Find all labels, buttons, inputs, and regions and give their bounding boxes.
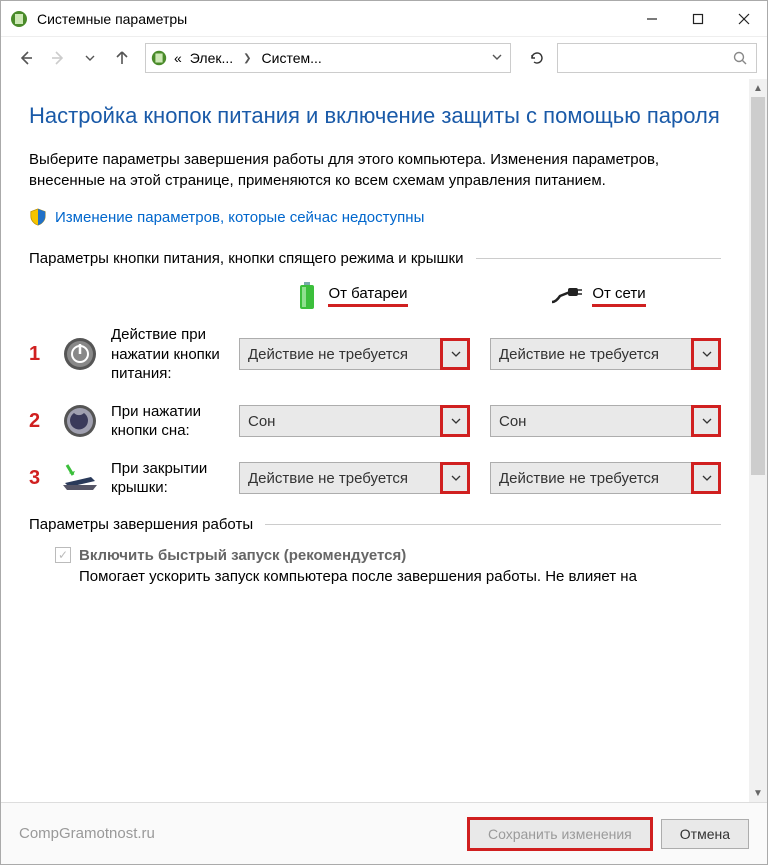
maximize-button[interactable]	[675, 1, 721, 37]
forward-button[interactable]	[43, 43, 73, 73]
fast-startup-help-text: Помогает ускорить запуск компьютера посл…	[79, 568, 721, 585]
column-header-battery-label: От батареи	[328, 285, 407, 307]
chevron-down-icon[interactable]	[692, 406, 720, 436]
breadcrumb-address-bar[interactable]: « Элек... ❯ Систем...	[145, 43, 511, 73]
breadcrumb-caret-icon[interactable]: ❯	[239, 53, 255, 64]
up-button[interactable]	[107, 43, 137, 73]
vertical-scrollbar[interactable]: ▲ ▼	[749, 79, 767, 802]
scroll-down-arrow-icon[interactable]: ▼	[749, 784, 767, 802]
dropdown-power-button-ac[interactable]: Действие не требуется	[490, 338, 721, 370]
row-label-sleep-button: При нажатии кнопки сна:	[111, 402, 227, 441]
dialog-footer: CompGramotnost.ru Сохранить изменения От…	[1, 802, 767, 864]
attribution-text: CompGramotnost.ru	[19, 825, 459, 842]
back-button[interactable]	[11, 43, 41, 73]
title-bar: Системные параметры	[1, 1, 767, 37]
setting-row-lid-close: 3 При закрытии крышки: Действие не требу…	[29, 459, 721, 498]
sleep-button-icon	[62, 403, 98, 439]
fast-startup-checkbox[interactable]: ✓	[55, 547, 71, 563]
battery-icon	[296, 281, 318, 311]
control-panel-icon	[9, 9, 29, 29]
minimize-button[interactable]	[629, 1, 675, 37]
laptop-lid-icon	[61, 463, 99, 493]
dropdown-lid-close-ac[interactable]: Действие не требуется	[490, 462, 721, 494]
fast-startup-label: Включить быстрый запуск (рекомендуется)	[79, 547, 406, 564]
dropdown-sleep-button-battery[interactable]: Сон	[239, 405, 470, 437]
chevron-down-icon[interactable]	[692, 339, 720, 369]
column-header-battery: От батареи	[229, 281, 475, 311]
row-number-2: 2	[29, 410, 49, 433]
setting-row-power-button: 1 Действие при нажатии кнопки питания: Д…	[29, 325, 721, 384]
section-shutdown-title: Параметры завершения работы	[29, 516, 253, 533]
dropdown-sleep-button-ac[interactable]: Сон	[490, 405, 721, 437]
scroll-thumb[interactable]	[751, 97, 765, 475]
column-header-ac: От сети	[475, 281, 721, 311]
shield-icon	[29, 208, 47, 226]
section-divider	[476, 258, 721, 259]
scroll-up-arrow-icon[interactable]: ▲	[749, 79, 767, 97]
dropdown-lid-close-battery[interactable]: Действие не требуется	[239, 462, 470, 494]
search-input[interactable]	[557, 43, 757, 73]
window-title: Системные параметры	[37, 11, 187, 27]
recent-locations-button[interactable]	[75, 43, 105, 73]
column-header-ac-label: От сети	[592, 285, 645, 307]
chevron-down-icon[interactable]	[441, 463, 469, 493]
shield-link-text: Изменение параметров, которые сейчас нед…	[55, 209, 424, 226]
setting-row-sleep-button: 2 При нажатии кнопки сна: Сон Сон	[29, 402, 721, 441]
row-label-power-button: Действие при нажатии кнопки питания:	[111, 325, 227, 384]
chevron-down-icon[interactable]	[441, 406, 469, 436]
breadcrumb-segment-2[interactable]: Систем...	[260, 50, 324, 66]
row-number-1: 1	[29, 343, 49, 366]
chevron-down-icon[interactable]	[441, 339, 469, 369]
scroll-track[interactable]	[749, 97, 767, 784]
row-number-3: 3	[29, 467, 49, 490]
breadcrumb-segment-1[interactable]: Элек...	[188, 50, 235, 66]
close-button[interactable]	[721, 1, 767, 37]
section-divider	[265, 524, 721, 525]
breadcrumb-dropdown-icon[interactable]	[488, 52, 506, 65]
plug-icon	[550, 286, 582, 306]
save-changes-button[interactable]: Сохранить изменения	[469, 819, 651, 849]
page-heading: Настройка кнопок питания и включение защ…	[29, 101, 721, 131]
cancel-button[interactable]: Отмена	[661, 819, 749, 849]
page-description: Выберите параметры завершения работы для…	[29, 149, 721, 193]
dropdown-power-button-battery[interactable]: Действие не требуется	[239, 338, 470, 370]
control-panel-icon	[150, 49, 168, 67]
chevron-down-icon[interactable]	[692, 463, 720, 493]
refresh-button[interactable]	[519, 43, 555, 73]
content-area: Настройка кнопок питания и включение защ…	[1, 79, 749, 802]
search-icon	[732, 50, 748, 66]
section-power-buttons-title: Параметры кнопки питания, кнопки спящего…	[29, 250, 464, 267]
power-button-icon	[62, 336, 98, 372]
row-label-lid-close: При закрытии крышки:	[111, 459, 227, 498]
change-unavailable-settings-link[interactable]: Изменение параметров, которые сейчас нед…	[29, 208, 721, 226]
breadcrumb-prefix: «	[172, 50, 184, 66]
navigation-toolbar: « Элек... ❯ Систем...	[1, 37, 767, 79]
